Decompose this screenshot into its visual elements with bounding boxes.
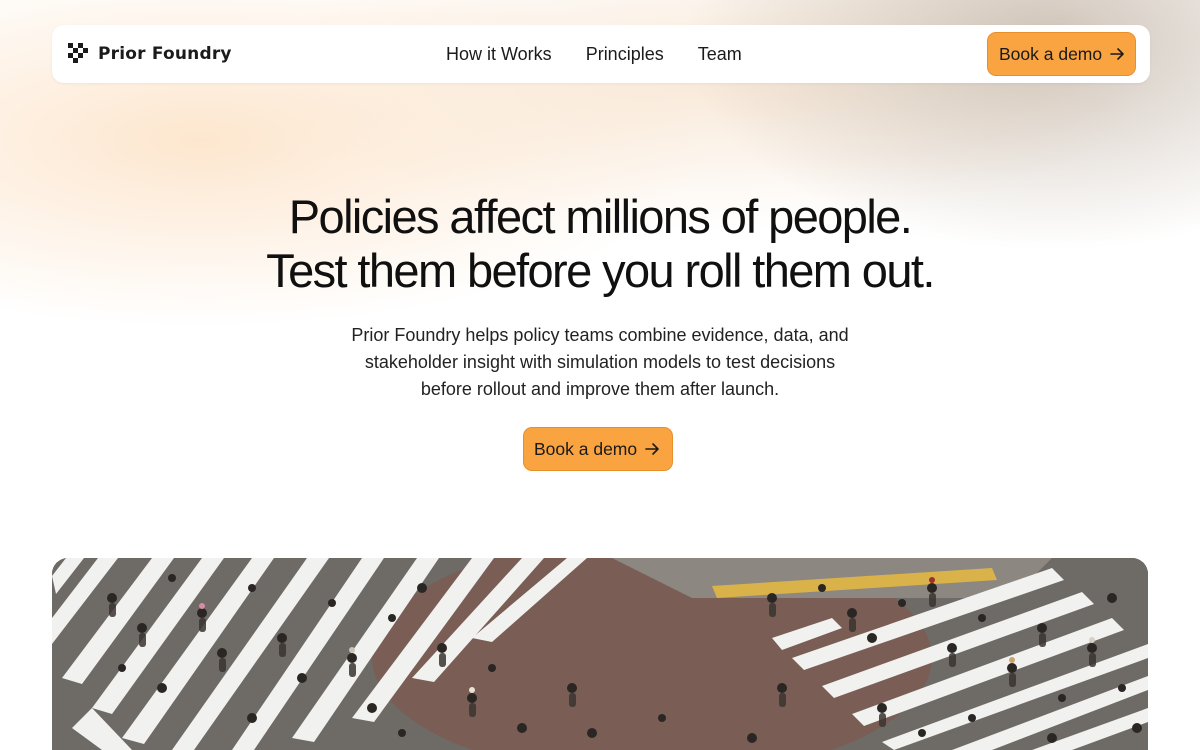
nav-book-demo-label: Book a demo [999, 43, 1103, 64]
hero-subtitle: Prior Foundry helps policy teams combine… [351, 325, 849, 399]
arrow-right-icon [1110, 48, 1124, 60]
brand-name: Prior Foundry [98, 44, 232, 64]
nav-book-demo-button[interactable]: Book a demo [987, 32, 1137, 76]
crowd-crosswalk-photo [52, 558, 1148, 750]
nav-link-principles[interactable]: Principles [586, 43, 664, 65]
arrow-right-icon [645, 443, 659, 455]
crowd-crosswalk-illustration [52, 558, 1148, 750]
top-navbar: Prior Foundry How it Works Principles Te… [52, 25, 1150, 83]
nav-link-team[interactable]: Team [698, 43, 742, 65]
pixel-logo-icon [68, 43, 88, 63]
nav-link-how-it-works[interactable]: How it Works [446, 43, 552, 65]
hero-title: Policies affect millions of people. Test… [0, 190, 1200, 298]
hero-title-line2: Test them before you roll them out. [266, 244, 935, 297]
hero-book-demo-button[interactable]: Book a demo [523, 427, 674, 471]
main-nav: How it Works Principles Team [446, 43, 742, 65]
hero-book-demo-label: Book a demo [534, 438, 638, 459]
brand[interactable]: Prior Foundry [68, 43, 232, 65]
hero-title-line1: Policies affect millions of people. [288, 190, 913, 243]
